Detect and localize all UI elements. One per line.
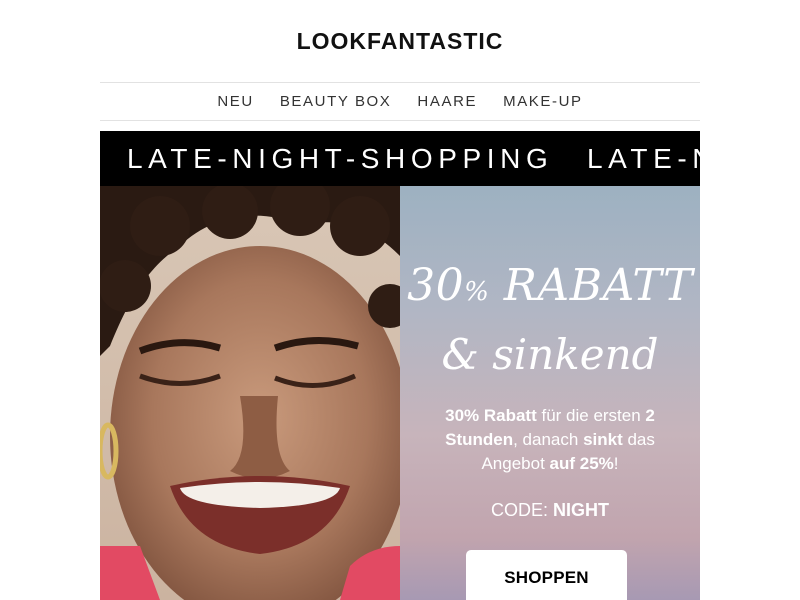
promo-subheadline: & sinkend [441, 330, 659, 379]
banner-text: LATE-NIGHT-SHOPPING [127, 143, 554, 174]
shop-button[interactable]: SHOPPEN [466, 550, 627, 600]
late-night-banner[interactable]: LATE-NIGHT-SHOPPING LATE-N [100, 131, 700, 186]
promo-panel: 30% RABATT & sinkend 30% Rabatt für die … [400, 186, 700, 600]
banner-text-repeat: LATE-N [587, 143, 700, 174]
promo-headline: 30% RABATT [407, 260, 693, 311]
nav-item-neu[interactable]: NEU [217, 93, 253, 110]
promo-description: 30% Rabatt für die ersten 2 Stunden, dan… [445, 406, 655, 473]
nav-item-beauty-box[interactable]: BEAUTY BOX [280, 93, 392, 110]
hero-section: 30% RABATT & sinkend 30% Rabatt für die … [100, 186, 700, 600]
nav-item-make-up[interactable]: MAKE-UP [503, 93, 583, 110]
brand-logo[interactable]: LOOKFANTASTIC [0, 28, 800, 55]
smiling-woman-image [100, 186, 400, 600]
hero-photo[interactable] [100, 186, 400, 600]
nav-item-haare[interactable]: HAARE [417, 93, 477, 110]
discount-code: CODE: NIGHT [490, 500, 609, 520]
main-nav: NEU BEAUTY BOX HAARE MAKE-UP [100, 82, 700, 121]
email-header: LOOKFANTASTIC [0, 0, 800, 82]
